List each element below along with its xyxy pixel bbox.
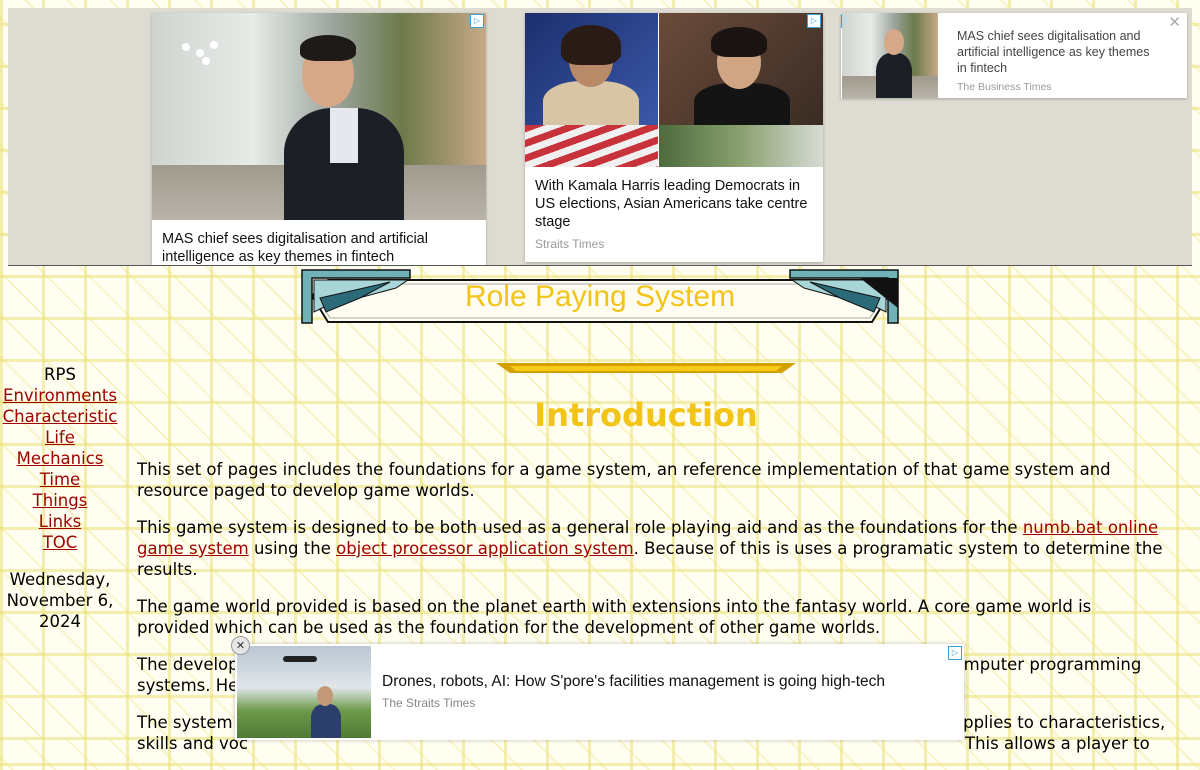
ad-photo-flag [525, 125, 658, 167]
page-title: Introduction [534, 396, 758, 434]
sidebar-link-links[interactable]: Links [39, 512, 81, 531]
ad-source: The Straits Times [382, 696, 476, 710]
ad-source: Straits Times [535, 237, 605, 251]
close-icon[interactable]: ✕ [1168, 13, 1181, 31]
current-date: Wednesday, November 6, 2024 [0, 569, 120, 632]
bottom-ad[interactable]: ▷ Drones, robots, AI: How S'pore's facil… [235, 644, 964, 740]
sidebar-link-environments[interactable]: Environments [3, 386, 117, 405]
ad-title: With Kamala Harris leading Democrats in … [535, 178, 808, 230]
close-icon[interactable]: ✕ [231, 636, 250, 655]
intro-paragraph-3: The game world provided is based on the … [137, 597, 1092, 637]
intro-paragraph-1: This set of pages includes the foundatio… [137, 460, 1111, 500]
sidebar-link-time[interactable]: Time [40, 470, 80, 489]
sidebar-nav: RPS Environments Characteristic Life Mec… [0, 364, 120, 632]
date-month-day: November 6, [6, 591, 114, 610]
ad-photo-drone [237, 646, 371, 738]
ad-source: The Business Times [957, 81, 1052, 93]
sidebar-link-things[interactable]: Things [33, 491, 88, 510]
adchoices-icon[interactable]: ▷ [807, 14, 821, 28]
ad-card-fintech-small[interactable]: ▷ MAS chief sees digitalisation and arti… [841, 13, 1187, 98]
sidebar-link-mechanics[interactable]: Mechanics [17, 449, 104, 468]
sidebar-link-characteristic[interactable]: Characteristic [3, 407, 118, 426]
sidebar-link-toc[interactable]: TOC [43, 533, 78, 552]
ad-photo-speaker [525, 13, 658, 125]
adchoices-icon[interactable]: ▷ [470, 14, 484, 28]
date-weekday: Wednesday, [9, 570, 111, 589]
ad-photo-executive [152, 13, 486, 220]
ad-card-election[interactable]: ▷ With Kamala Harris leading Democrats i… [525, 13, 823, 262]
intro-paragraph-2: This game system is designed to be both … [137, 518, 1163, 579]
ad-thumb-executive [842, 13, 938, 98]
ad-title: Drones, robots, AI: How S'pore's facilit… [382, 673, 886, 690]
object-processor-link[interactable]: object processor application system [336, 539, 634, 558]
date-year: 2024 [39, 612, 81, 631]
heading-divider [496, 363, 796, 373]
ad-card-fintech[interactable]: ▷ MAS chief sees digitalisation and arti… [152, 13, 486, 265]
ad-title: MAS chief sees digitalisation and artifi… [162, 231, 428, 265]
banner-title: Role Paying System [464, 280, 736, 313]
ad-strip: ▷ MAS chief sees digitalisation and arti… [8, 8, 1192, 266]
sidebar-link-life[interactable]: Life [45, 428, 75, 447]
sidebar-heading: RPS [44, 365, 76, 384]
site-banner: Role Paying System [300, 268, 900, 326]
adchoices-icon[interactable]: ▷ [948, 646, 962, 660]
ad-title: MAS chief sees digitalisation and artifi… [957, 29, 1150, 75]
ad-photo-hearing [659, 13, 823, 125]
ad-photo-outdoor [659, 125, 823, 167]
